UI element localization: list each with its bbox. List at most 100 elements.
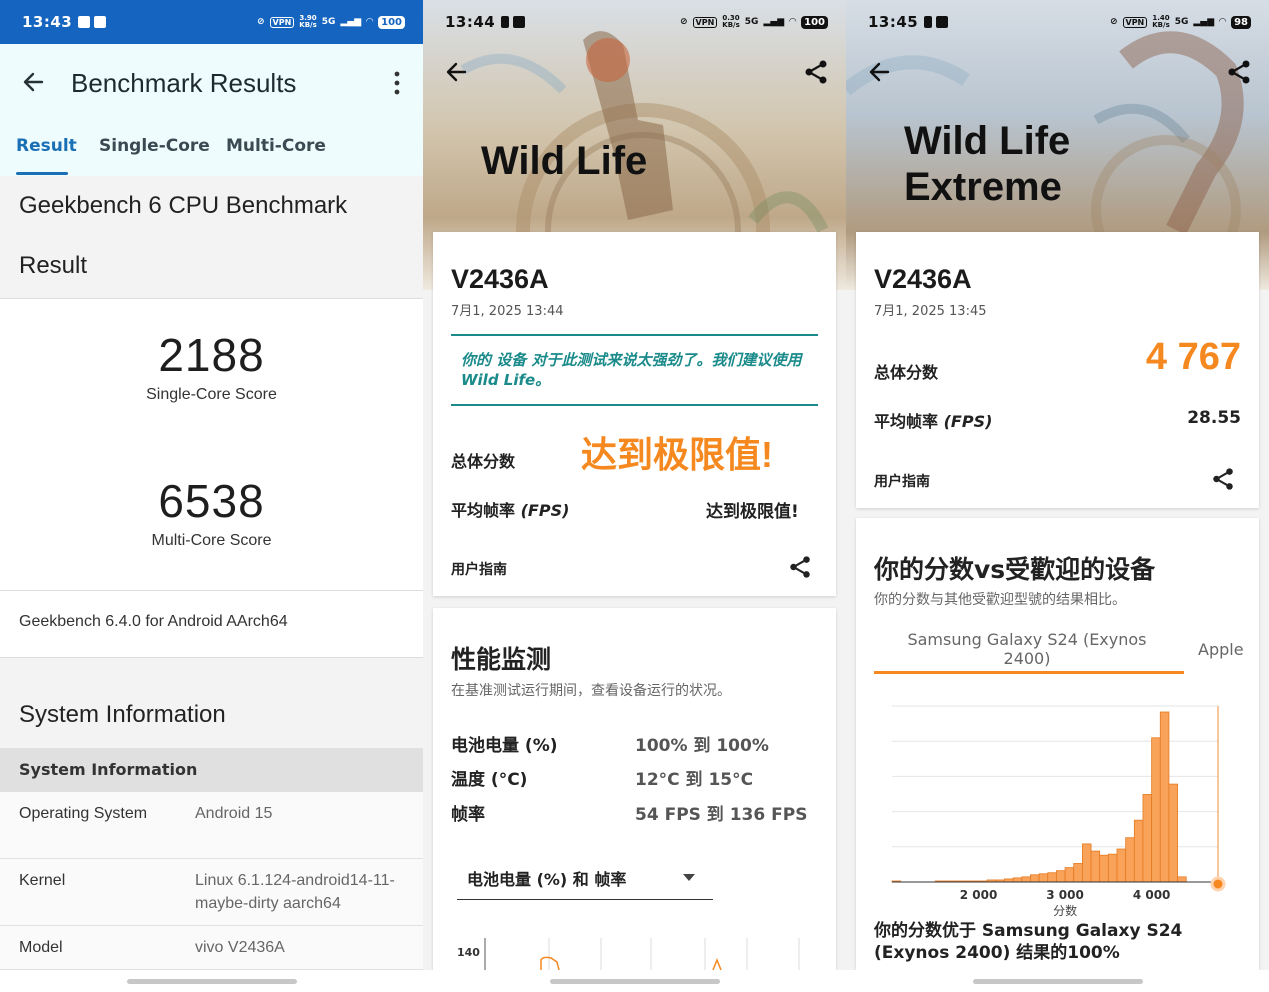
temperature-label: 温度 (°C) <box>451 770 528 790</box>
x-axis-label: 分数 <box>1053 903 1077 918</box>
user-guide-link[interactable]: 用户指南 <box>874 471 930 491</box>
share-icon[interactable] <box>1210 466 1236 492</box>
table-row: Kernel Linux 6.1.124-android14-11-maybe-… <box>0 859 423 926</box>
table-row: Operating System Android 15 <box>0 792 423 859</box>
battery-indicator: 100 <box>801 15 828 29</box>
chart-tick-label: 140 <box>457 946 480 959</box>
comparison-summary: 你的分数优于 Samsung Galaxy S24 (Exynos 2400) … <box>874 921 1183 963</box>
fps-value: 28.55 <box>1187 408 1241 428</box>
x-tick-label: 3 000 <box>1046 888 1084 902</box>
histogram-bar <box>1012 877 1023 883</box>
total-score-value: 达到极限值! <box>581 434 773 475</box>
battery-value: 100% 到 100% <box>635 736 769 756</box>
active-tab-indicator <box>16 172 68 175</box>
tab-multi-core[interactable]: Multi-Core <box>226 136 326 156</box>
histogram-bar <box>1151 737 1161 883</box>
share-icon[interactable] <box>787 554 813 580</box>
x-tick-label: 4 000 <box>1133 888 1171 902</box>
dnd-icon: ⊘ <box>680 17 688 27</box>
status-time: 13:44 <box>445 13 496 31</box>
system-table-header: System Information <box>0 748 423 792</box>
histogram-bar <box>1142 794 1153 883</box>
benchmark-title: Geekbench 6 CPU Benchmark <box>19 192 348 219</box>
system-table-header-label: System Information <box>19 760 198 779</box>
comparison-subtitle: 你的分数与其他受歡迎型號的结果相比。 <box>874 592 1126 608</box>
network-type: 5G <box>744 17 759 27</box>
wifi-icon: ◠ <box>366 17 374 27</box>
result-content: Geekbench 6 CPU Benchmark Result 2188 Si… <box>0 176 423 970</box>
wifi-icon: ◠ <box>789 17 797 27</box>
comparison-card: 你的分数vs受歡迎的设备 你的分数与其他受歡迎型號的结果相比。 Samsung … <box>856 518 1259 970</box>
row-value: vivo V2436A <box>195 939 285 956</box>
benchmark-title-block: Geekbench 6 CPU Benchmark Result <box>0 176 423 299</box>
status-time: 13:45 <box>868 13 919 31</box>
histogram-bar <box>1047 872 1057 883</box>
benchmark-subtitle: Result <box>19 252 88 279</box>
home-indicator[interactable] <box>126 979 297 984</box>
home-indicator[interactable] <box>972 979 1143 984</box>
metric-dropdown[interactable]: 电池电量 (%) 和 帧率 <box>457 858 713 900</box>
tab-single-core[interactable]: Single-Core <box>99 136 210 156</box>
monitoring-chart: 140 <box>457 938 800 970</box>
wifi-icon: ◠ <box>1219 17 1227 27</box>
share-icon[interactable] <box>802 58 830 86</box>
fps-label-unit: (FPS) <box>520 501 570 520</box>
device-tab-apple[interactable]: Apple <box>1198 640 1244 659</box>
row-value: Linux 6.1.124-android14-11-maybe-dirty a… <box>195 872 395 912</box>
fps-label: 平均帧率 (FPS) <box>874 408 992 432</box>
monitoring-card: 性能监测 在基准测试运行期间，查看设备运行的状况。 电池电量 (%) 100% … <box>433 608 836 970</box>
temperature-value: 12°C 到 15°C <box>635 770 754 790</box>
multi-core-score: 6538 <box>158 475 265 527</box>
monitoring-title: 性能监测 <box>451 645 552 674</box>
signal-icon: ▂▄▆ <box>340 17 362 27</box>
network-rate: 3.90 KB/s <box>299 14 317 29</box>
test-date: 7月1, 2025 13:44 <box>451 304 564 319</box>
multi-core-label: Multi-Core Score <box>151 532 272 549</box>
status-bar: 13:44 ⊘ VPN 0.30 KB/s 5G ▂▄▆ ◠ 100 <box>423 0 846 44</box>
histogram-bar <box>1090 850 1101 883</box>
histogram-bar <box>1125 837 1135 883</box>
status-bar: 13:45 ⊘ VPN 1.40 KB/s 5G ▂▄▆ ◠ 98 <box>846 0 1269 44</box>
status-bar: 13:43 ⊘ VPN 3.90 KB/s 5G ▂▄▆ ◠ 100 <box>0 0 423 44</box>
status-time: 13:43 <box>22 13 73 31</box>
vpn-icon: VPN <box>692 16 718 28</box>
back-arrow-icon[interactable] <box>443 58 471 86</box>
gesture-bar <box>423 970 846 992</box>
histogram-bar <box>1064 867 1075 883</box>
system-section: System Information <box>0 658 423 748</box>
result-card: V2436A 7月1, 2025 13:45 总体分数 4 767 平均帧率 (… <box>856 232 1259 508</box>
histogram-bar <box>1159 711 1170 883</box>
share-icon[interactable] <box>1225 58 1253 86</box>
metric-dropdown-value: 电池电量 (%) 和 帧率 <box>467 870 627 889</box>
fps-label-text: 平均帧率 <box>451 501 516 520</box>
tab-result[interactable]: Result <box>16 136 77 156</box>
vpn-icon: VPN <box>269 16 295 28</box>
wildlife-screen: Wild Life 13:44 ⊘ VPN 0.30 KB/s 5G ▂▄▆ ◠ … <box>423 0 846 992</box>
back-arrow-icon[interactable] <box>20 68 48 96</box>
device-tab-samsung[interactable]: Samsung Galaxy S24 (Exynos 2400) <box>892 630 1162 668</box>
fps-value: 达到极限值! <box>706 502 799 522</box>
page-title: Benchmark Results <box>71 68 297 98</box>
row-key: Kernel <box>19 872 66 889</box>
more-options-icon[interactable] <box>387 70 407 96</box>
single-core-label: Single-Core Score <box>146 386 277 403</box>
dnd-icon: ⊘ <box>1109 17 1118 27</box>
version-row: Geekbench 6.4.0 for Android AArch64 <box>0 590 423 658</box>
network-type: 5G <box>1174 17 1189 27</box>
histogram-bar <box>1073 863 1083 883</box>
comparison-title: 你的分数vs受歡迎的设备 <box>874 555 1156 584</box>
home-indicator[interactable] <box>549 979 720 984</box>
geekbench-screen: 13:43 ⊘ VPN 3.90 KB/s 5G ▂▄▆ ◠ 100 Benchm… <box>0 0 423 992</box>
histogram-bar <box>1177 876 1187 883</box>
test-date: 7月1, 2025 13:45 <box>874 304 987 319</box>
chevron-down-icon <box>683 874 695 881</box>
dnd-icon: ⊘ <box>257 17 265 27</box>
battery-indicator: 100 <box>378 15 405 29</box>
single-core-score-block: 2188 Single-Core Score <box>0 328 423 404</box>
framerate-label: 帧率 <box>451 805 485 825</box>
user-guide-link[interactable]: 用户指南 <box>451 559 507 579</box>
network-rate: 1.40 KB/s <box>1152 14 1170 29</box>
system-section-title: System Information <box>19 701 226 728</box>
table-row: Model vivo V2436A <box>0 926 423 970</box>
back-arrow-icon[interactable] <box>866 58 894 86</box>
